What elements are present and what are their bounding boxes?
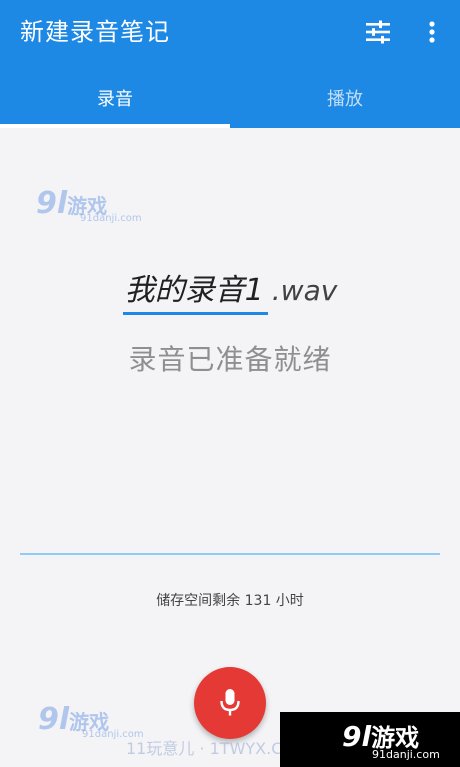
microphone-icon [220,689,240,716]
watermark-logo-top: 9l游戏 91danji.com [36,186,142,224]
filename-field[interactable]: 我的录音1 .wav [0,272,460,315]
storage-remaining: 储存空间剩余 131 小时 [156,593,304,609]
filename-extension: .wav [271,274,338,307]
more-vert-icon [429,21,435,43]
app-bar: 新建录音笔记 录音 播放 [0,0,460,128]
watermark-badge: 9l游戏 91danji.com [280,712,460,767]
record-button[interactable] [194,667,266,739]
filename-input[interactable]: 我的录音1 [122,272,268,315]
page-title: 新建录音笔记 [20,18,170,46]
tab-record[interactable]: 录音 [0,68,230,128]
tune-icon [366,20,390,44]
tab-playback[interactable]: 播放 [230,68,460,128]
tab-bar: 录音 播放 [0,68,460,128]
recording-status: 录音已准备就绪 [128,343,332,376]
more-options-button[interactable] [416,14,448,50]
tune-button[interactable] [358,14,398,50]
recording-progress-track [20,553,440,555]
